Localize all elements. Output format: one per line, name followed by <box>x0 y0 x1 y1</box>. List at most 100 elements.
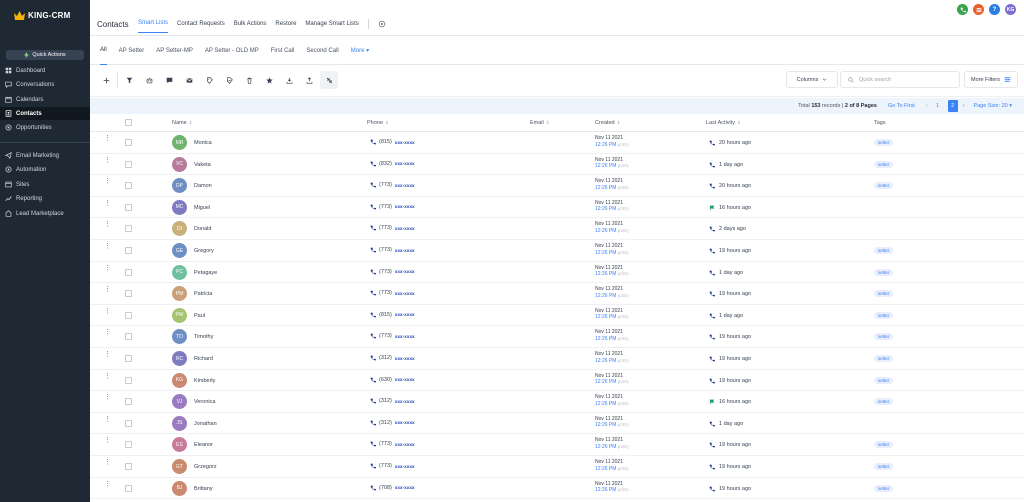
contact-name[interactable]: Gregory <box>194 248 214 254</box>
contact-name[interactable]: Veronica <box>194 399 215 405</box>
sidebar-item-automation[interactable]: Automation <box>0 163 90 176</box>
export-button[interactable] <box>280 71 298 89</box>
brand-logo[interactable]: KING-CRM <box>14 8 70 22</box>
table-row[interactable]: ⋮ GE Gregory (773) xxx-xxxx Nov 11 2021 12:26 … <box>90 240 1024 262</box>
help-icon[interactable]: ? <box>989 4 1000 15</box>
row-menu-icon[interactable]: ⋮ <box>104 351 111 358</box>
contact-name[interactable]: Eleanor <box>194 442 213 448</box>
contact-name[interactable]: Brittany <box>194 486 213 492</box>
contact-phone[interactable]: (815) xxx-xxxx <box>370 312 415 318</box>
row-checkbox[interactable] <box>125 290 132 298</box>
sidebar-item-conversations[interactable]: Conversations <box>0 78 90 91</box>
table-row[interactable]: ⋮ ES Eleanor (773) xxx-xxxx Nov 11 2021 12:26 … <box>90 434 1024 456</box>
row-checkbox[interactable] <box>125 268 132 276</box>
column-last-activity[interactable]: Last Activity ⇕ <box>706 120 741 126</box>
contact-phone[interactable]: (773) xxx-xxxx <box>370 290 415 296</box>
sidebar-item-contacts[interactable]: Contacts <box>0 107 90 120</box>
tag-badge[interactable]: setter <box>874 139 894 146</box>
row-checkbox[interactable] <box>125 160 132 168</box>
contact-phone[interactable]: (773) xxx-xxxx <box>370 333 415 339</box>
more-filters-button[interactable]: More Filters <box>964 71 1018 88</box>
merge-button[interactable] <box>320 71 338 89</box>
row-checkbox[interactable] <box>125 182 132 190</box>
row-checkbox[interactable] <box>125 355 132 362</box>
tag-badge[interactable]: setter <box>874 333 894 341</box>
row-menu-icon[interactable]: ⋮ <box>104 329 111 336</box>
sidebar-item-email-marketing[interactable]: Email Marketing <box>0 149 90 162</box>
row-menu-icon[interactable]: ⋮ <box>104 243 111 250</box>
contact-phone[interactable]: (312) xxx-xxxx <box>370 398 415 404</box>
list-tab-all[interactable]: All <box>100 37 107 65</box>
row-checkbox[interactable] <box>125 247 132 254</box>
row-checkbox[interactable] <box>125 225 132 233</box>
column-phone[interactable]: Phone ⇕ <box>367 120 389 126</box>
row-checkbox[interactable] <box>125 463 132 470</box>
contact-name[interactable]: Paul <box>194 313 205 319</box>
contact-phone[interactable]: (832) xxx-xxxx <box>370 161 415 167</box>
row-checkbox[interactable] <box>125 441 132 449</box>
table-row[interactable]: ⋮ DI Donald (773) xxx-xxxx Nov 11 2021 12:26 P… <box>90 218 1024 240</box>
table-row[interactable]: ⋮ DP Damon (773) xxx-xxxx Nov 11 2021 12:26 PM… <box>90 175 1024 197</box>
contact-name[interactable]: Petagaye <box>194 270 217 276</box>
tag-badge[interactable]: setter <box>874 311 894 319</box>
table-row[interactable]: ⋮ BJ Brittany (708) xxx-xxxx Nov 11 2021 12:26… <box>90 478 1024 500</box>
quick-search-input[interactable] <box>859 76 949 83</box>
tab-manage-smart-lists[interactable]: Manage Smart Lists <box>305 21 358 33</box>
row-menu-icon[interactable]: ⋮ <box>104 373 111 380</box>
contact-name[interactable]: Donald <box>194 226 211 232</box>
list-tab-ap-setter-mp[interactable]: AP Setter-MP <box>156 37 193 65</box>
row-menu-icon[interactable]: ⋮ <box>104 394 111 401</box>
contact-phone[interactable]: (815) xxx-xxxx <box>370 139 415 145</box>
select-all-checkbox[interactable] <box>125 119 132 126</box>
row-menu-icon[interactable]: ⋮ <box>104 459 111 466</box>
send-sms-button[interactable] <box>160 71 178 89</box>
row-menu-icon[interactable]: ⋮ <box>104 157 111 164</box>
contact-phone[interactable]: (773) xxx-xxxx <box>370 441 415 447</box>
contact-phone[interactable]: (773) xxx-xxxx <box>370 204 415 210</box>
row-menu-icon[interactable]: ⋮ <box>104 286 111 293</box>
table-row[interactable]: ⋮ TO Timothy (773) xxx-xxxx Nov 11 2021 12:26 … <box>90 326 1024 348</box>
remove-tag-button[interactable] <box>220 71 238 89</box>
prev-page-icon[interactable]: ‹ <box>926 103 928 109</box>
contact-name[interactable]: Miguel <box>194 205 210 211</box>
settings-gear-icon[interactable] <box>378 20 386 28</box>
sidebar-item-lead-marketplace[interactable]: Lead Marketplace <box>0 207 90 220</box>
tab-contact-requests[interactable]: Contact Requests <box>177 21 225 33</box>
contact-phone[interactable]: (773) xxx-xxxx <box>370 247 415 253</box>
contact-phone[interactable]: (773) xxx-xxxx <box>370 269 415 275</box>
column-name[interactable]: Name ⇕ <box>172 120 192 126</box>
tag-badge[interactable]: setter <box>874 376 894 384</box>
row-checkbox[interactable] <box>125 139 132 146</box>
table-row[interactable]: ⋮ PC Petagaye (773) xxx-xxxx Nov 11 2021 12:26… <box>90 262 1024 284</box>
import-button[interactable] <box>300 71 318 89</box>
contact-phone[interactable]: (773) xxx-xxxx <box>370 182 415 188</box>
row-menu-icon[interactable]: ⋮ <box>104 481 111 488</box>
row-menu-icon[interactable]: ⋮ <box>104 437 111 444</box>
table-row[interactable]: ⋮ PW Paul (815) xxx-xxxx Nov 11 2021 12:26 PM … <box>90 305 1024 327</box>
tag-badge[interactable]: setter <box>874 441 894 449</box>
table-row[interactable]: ⋮ VJ Veronica (312) xxx-xxxx Nov 11 2021 12:26… <box>90 391 1024 413</box>
tag-badge[interactable]: setter <box>874 355 894 362</box>
table-row[interactable]: ⋮ RC Richard (312) xxx-xxxx Nov 11 2021 12:26 … <box>90 348 1024 370</box>
contact-phone[interactable]: (312) xxx-xxxx <box>370 420 415 426</box>
delete-button[interactable] <box>240 71 258 89</box>
table-row[interactable]: ⋮ MC Miguel (773) xxx-xxxx Nov 11 2021 12:26 P… <box>90 197 1024 219</box>
page-size-select[interactable]: Page Size: 20 ▾ <box>973 103 1012 109</box>
sidebar-item-reporting[interactable]: Reporting <box>0 192 90 205</box>
row-checkbox[interactable] <box>125 333 132 341</box>
table-row[interactable]: ⋮ MR Monica (815) xxx-xxxx Nov 11 2021 12:26 P… <box>90 132 1024 154</box>
row-menu-icon[interactable]: ⋮ <box>104 221 111 228</box>
page-2-button[interactable]: 2 <box>947 100 958 112</box>
sidebar-item-sites[interactable]: Sites <box>0 178 90 191</box>
row-checkbox[interactable] <box>125 376 132 384</box>
row-menu-icon[interactable]: ⋮ <box>104 135 111 142</box>
contact-name[interactable]: Jonathan <box>194 421 217 427</box>
notifications-icon[interactable] <box>973 4 984 15</box>
tab-restore[interactable]: Restore <box>275 21 296 33</box>
row-checkbox[interactable] <box>125 484 132 492</box>
contact-name[interactable]: Kimberly <box>194 378 215 384</box>
tag-badge[interactable]: setter <box>874 398 894 406</box>
row-menu-icon[interactable]: ⋮ <box>104 200 111 207</box>
user-avatar[interactable]: KG <box>1005 4 1016 15</box>
contact-name[interactable]: Patricia <box>194 291 212 297</box>
